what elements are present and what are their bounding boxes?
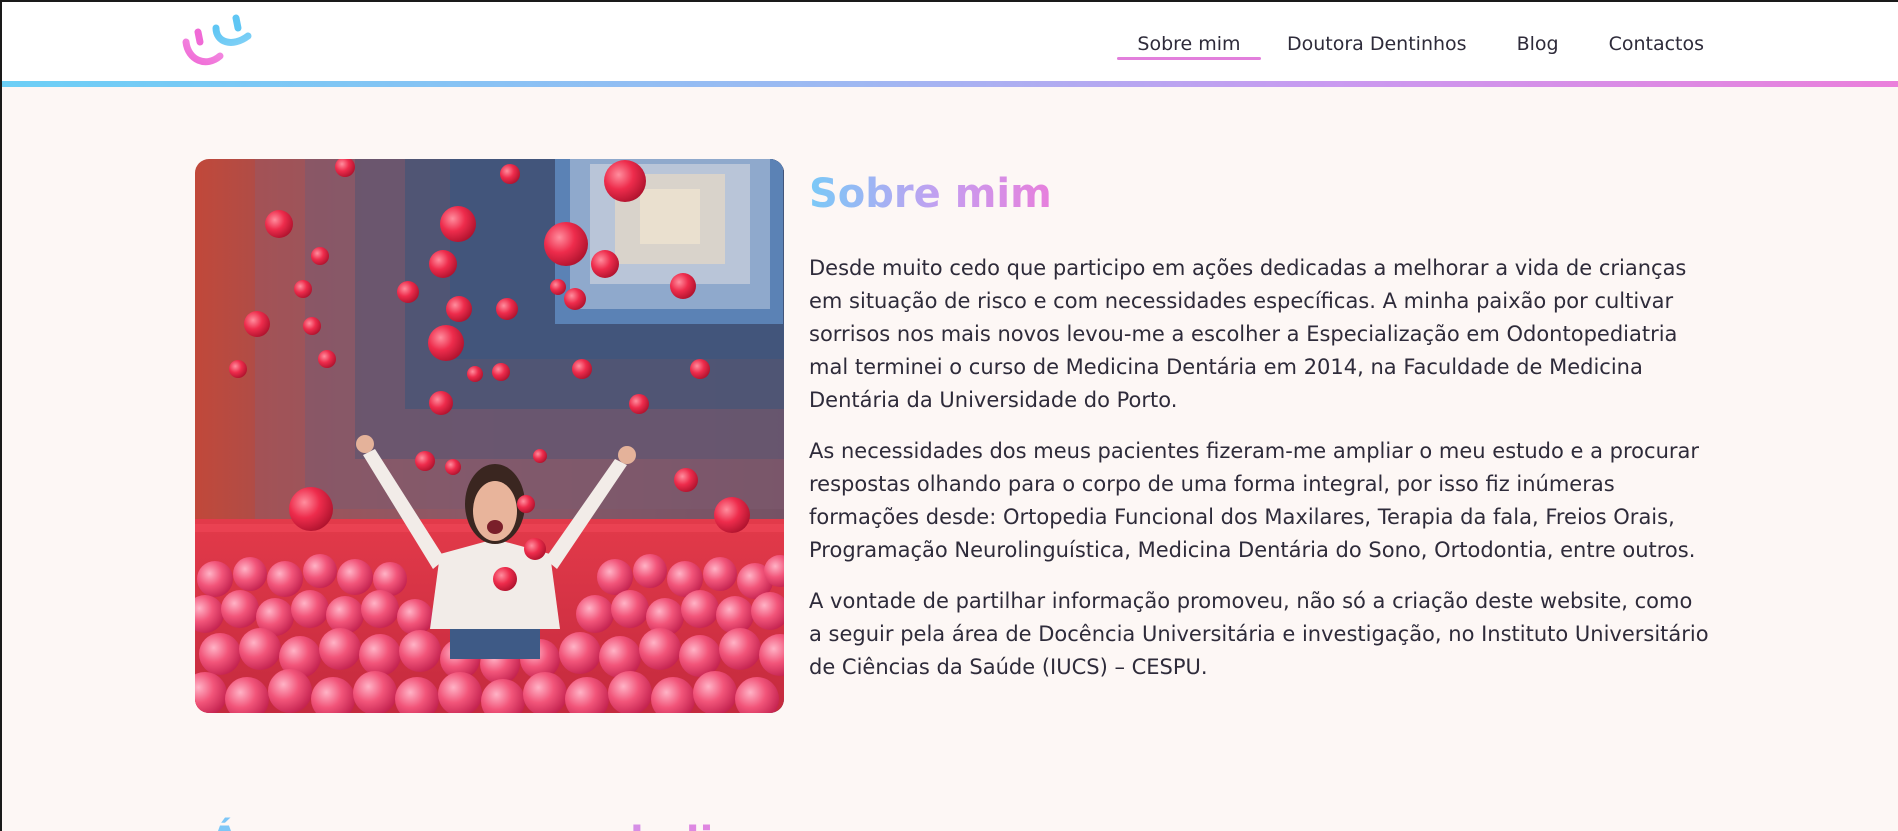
about-paragraph-3: A vontade de partilhar informação promov… (809, 589, 1709, 679)
nav-contactos[interactable]: Contactos (1609, 30, 1704, 60)
smiley-logo-icon[interactable] (180, 12, 260, 76)
next-section-title: Áreas em que me dedico (209, 816, 764, 831)
header-gradient-line (2, 81, 1898, 87)
photo-woman-in-pink-ball-pit (195, 159, 784, 713)
about-title: Sobre mim (809, 168, 1052, 220)
nav-sobre-mim[interactable]: Sobre mim (1117, 30, 1261, 60)
page-frame: Sobre mim Doutora Dentinhos Blog Contact… (0, 0, 1898, 831)
about-paragraph-2: As necessidades dos meus pacientes fizer… (809, 439, 1700, 562)
about-paragraph-1: Desde muito cedo que participo em ações … (809, 256, 1687, 412)
nav-blog[interactable]: Blog (1517, 30, 1559, 60)
about-section: Sobre mim Desde muito cedo que participo… (809, 168, 1709, 684)
site-header: Sobre mim Doutora Dentinhos Blog Contact… (2, 2, 1898, 83)
about-photo (195, 159, 784, 713)
main-nav: Sobre mim Doutora Dentinhos Blog Contact… (1117, 30, 1704, 60)
nav-doutora-dentinhos[interactable]: Doutora Dentinhos (1287, 30, 1467, 60)
